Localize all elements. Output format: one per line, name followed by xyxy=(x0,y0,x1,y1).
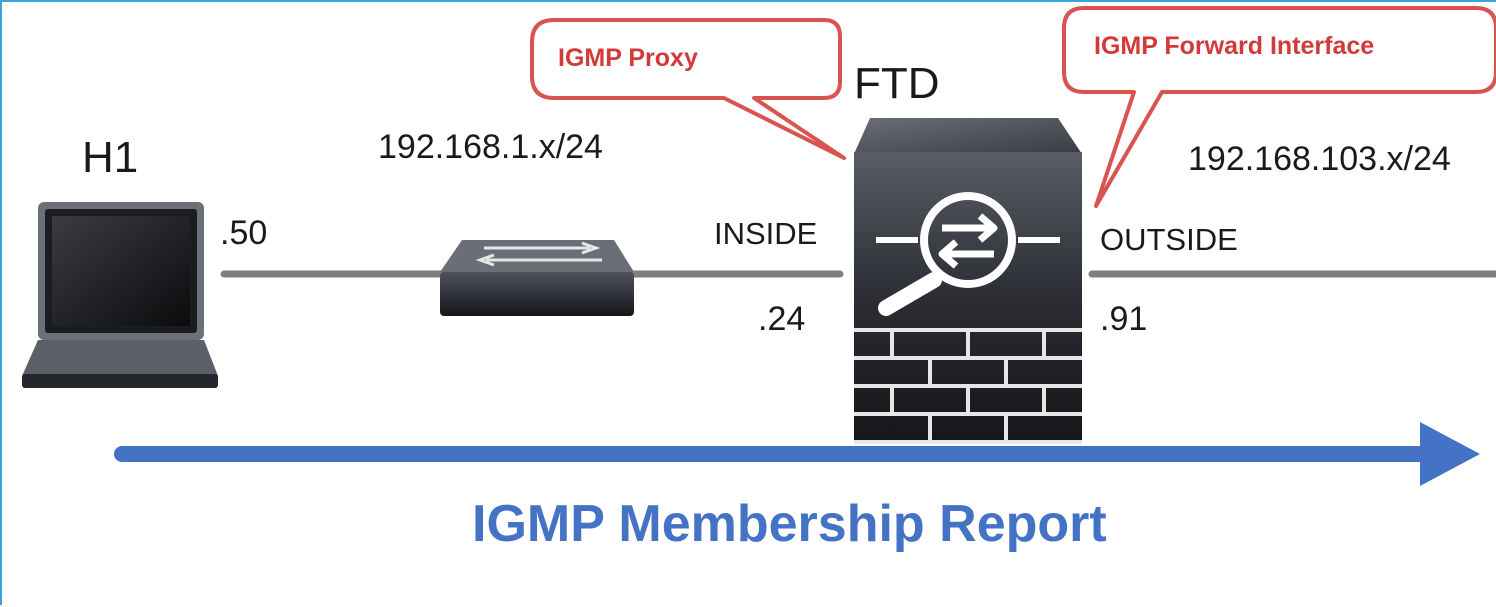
switch-icon xyxy=(440,240,634,316)
outside-network-label: 192.168.103.x/24 xyxy=(1188,140,1451,178)
igmp-forward-interface-callout: IGMP Forward Interface xyxy=(1094,32,1375,60)
igmp-proxy-callout: IGMP Proxy xyxy=(558,44,698,72)
firewall-icon xyxy=(854,118,1082,444)
inside-interface-label: INSIDE xyxy=(714,216,818,251)
laptop-icon xyxy=(22,202,218,388)
inside-network-label: 192.168.1.x/24 xyxy=(378,128,603,166)
host-label: H1 xyxy=(82,133,139,182)
membership-report-label: IGMP Membership Report xyxy=(472,495,1107,553)
device-label: FTD xyxy=(854,59,940,108)
host-ip-label: .50 xyxy=(220,214,268,252)
network-diagram: IGMP Proxy IGMP Forward Interface H1 FTD… xyxy=(0,0,1496,605)
flow-arrow xyxy=(114,422,1480,486)
inside-ip-label: .24 xyxy=(758,300,806,338)
outside-interface-label: OUTSIDE xyxy=(1100,222,1238,257)
outside-ip-label: .91 xyxy=(1100,300,1148,338)
